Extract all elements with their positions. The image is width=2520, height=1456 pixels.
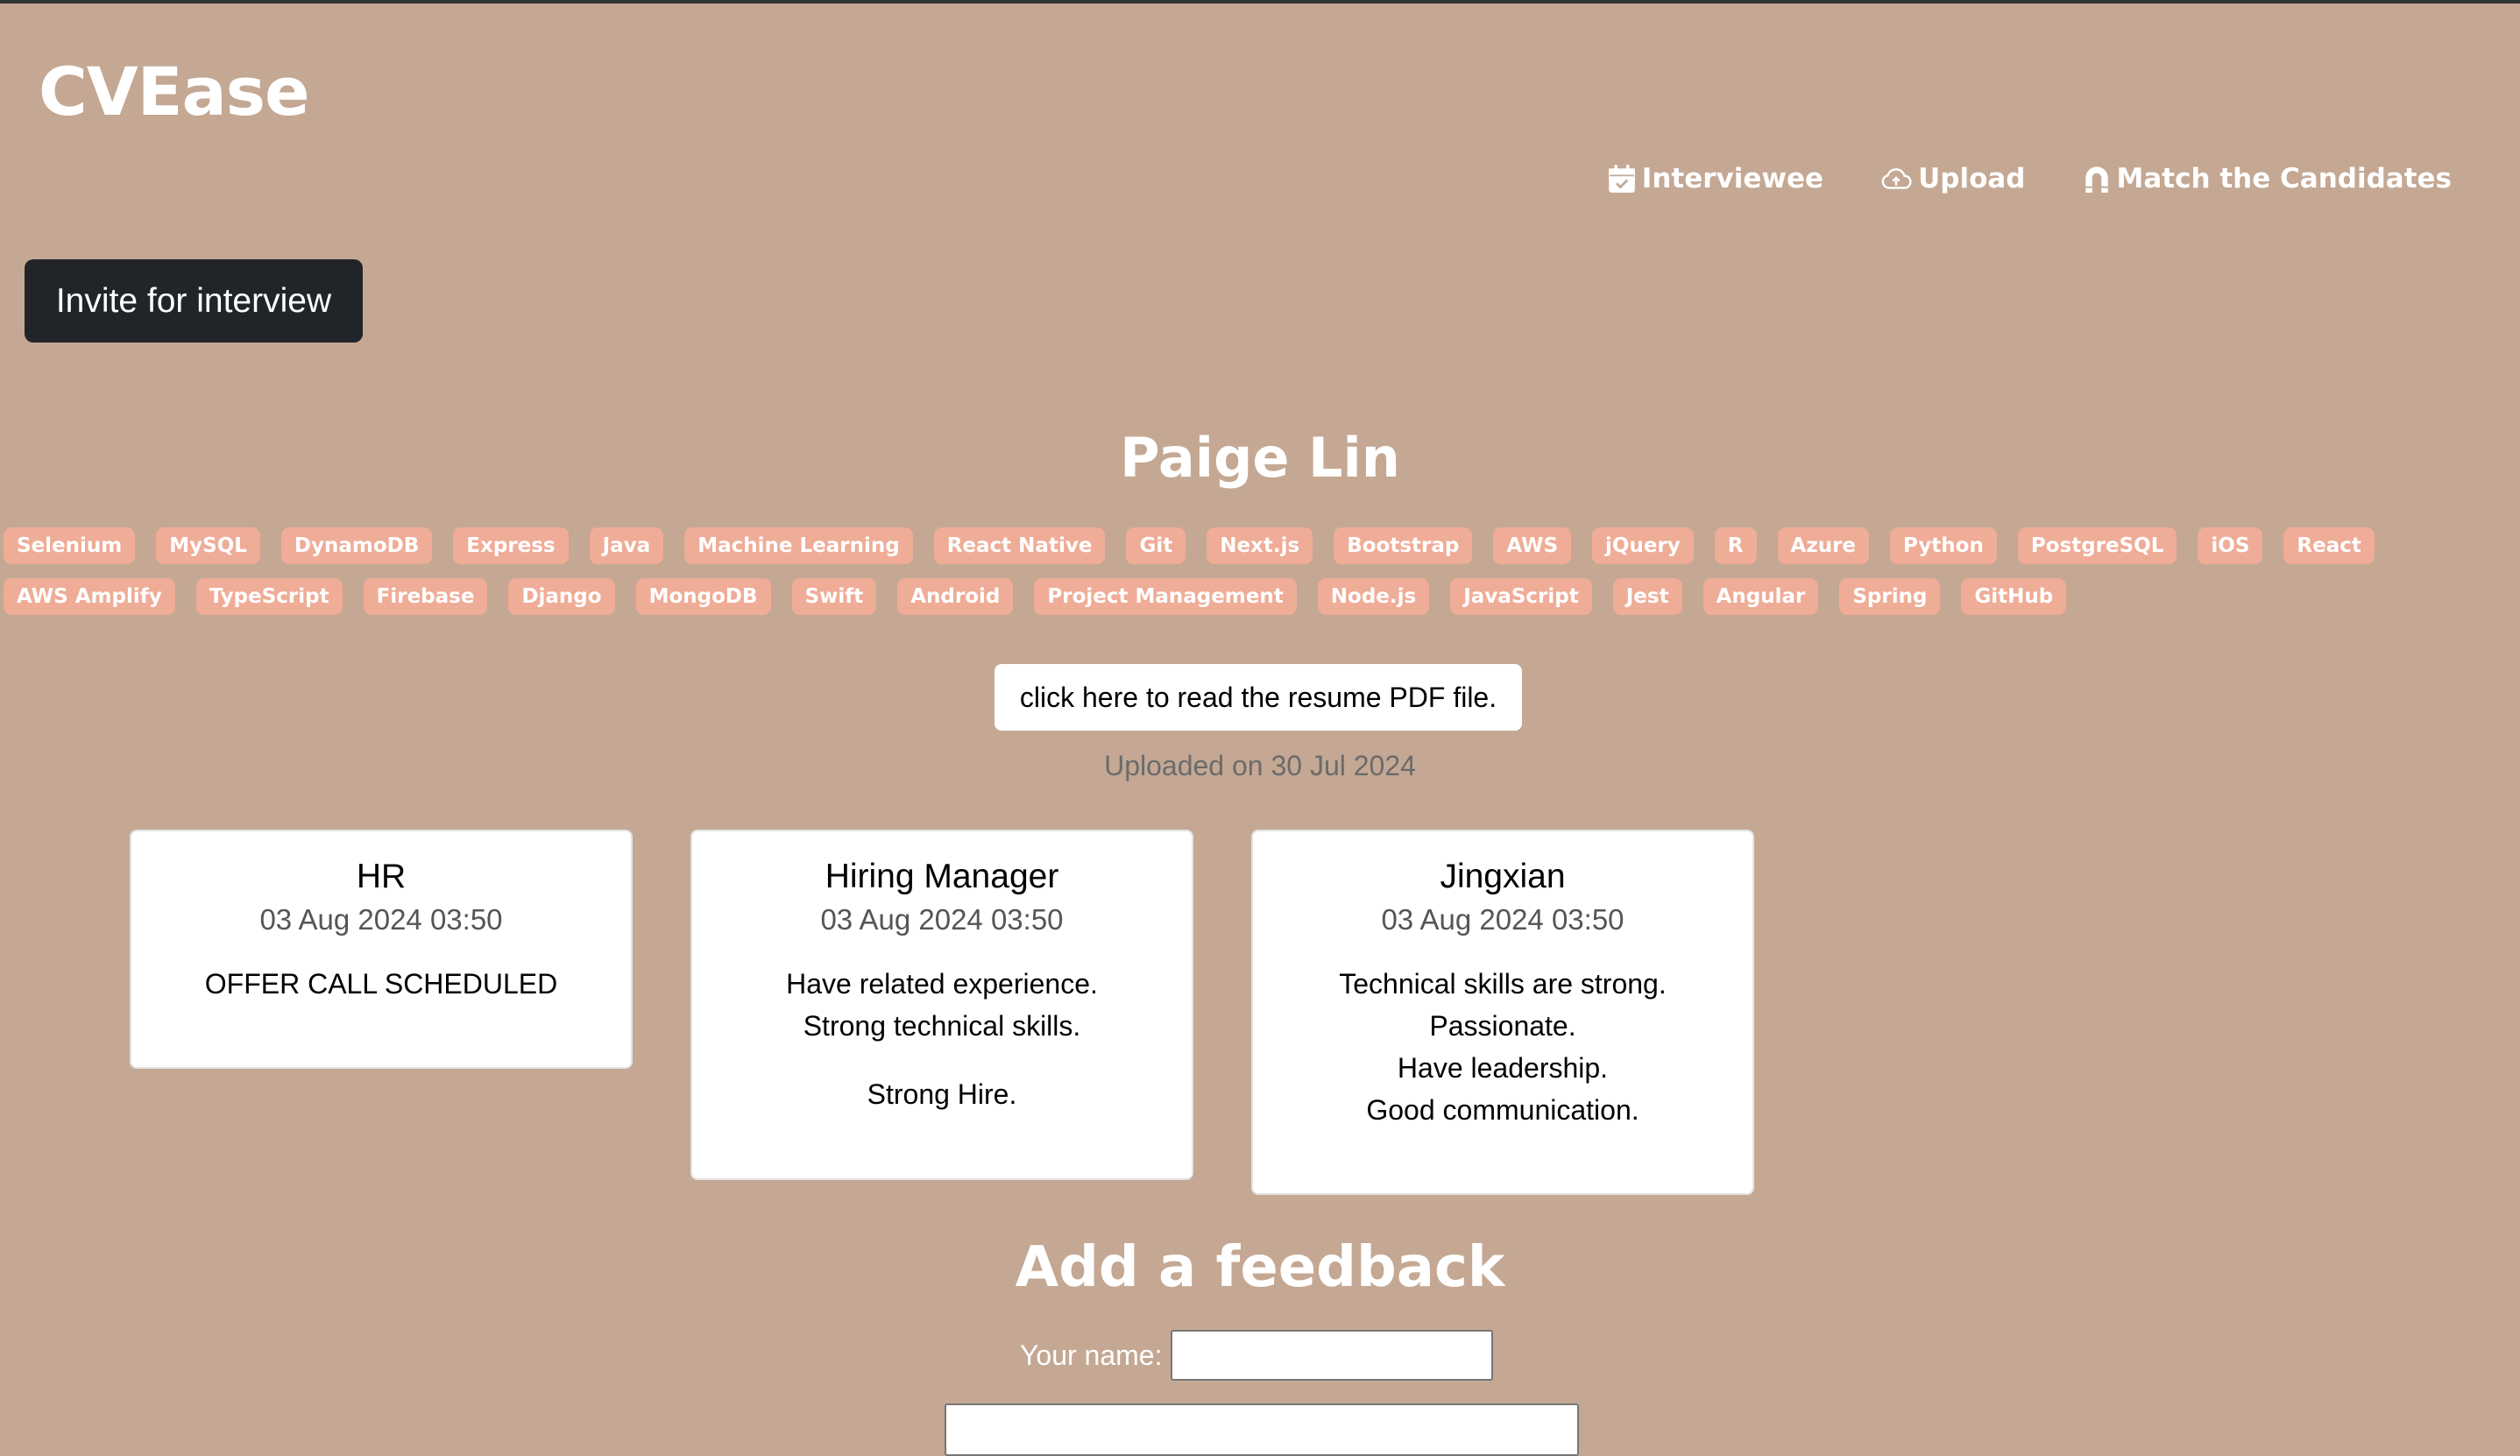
feedback-textarea[interactable] [945, 1403, 1579, 1456]
feedback-text-line: Strong Hire. [867, 1078, 1017, 1110]
feedback-text-line: Good communication. [1366, 1094, 1639, 1126]
feedback-author: Hiring Manager [825, 858, 1059, 895]
skill-tag: R [1714, 527, 1757, 564]
feedback-text-line: Strong technical skills. [803, 1010, 1081, 1042]
calendar-check-icon [1607, 163, 1637, 194]
feedback-date: 03 Aug 2024 03:50 [259, 903, 503, 936]
skill-tag: Jest [1612, 578, 1682, 615]
feedback-text-line: Passionate. [1429, 1010, 1576, 1042]
skill-tag: Node.js [1317, 578, 1430, 615]
feedback-author: Jingxian [1440, 858, 1566, 895]
magnet-icon [2082, 163, 2112, 194]
candidate-name: Paige Lin [1120, 426, 1400, 490]
skill-tag: iOS [2198, 527, 2263, 564]
cloud-upload-icon [1879, 165, 1913, 193]
nav-item-label: Interviewee [1641, 163, 1824, 194]
feedback-card: HR 03 Aug 2024 03:50 OFFER CALL SCHEDULED [130, 830, 633, 1069]
skill-tag: Machine Learning [684, 527, 913, 564]
skill-tag: PostgreSQL [2017, 527, 2177, 564]
skill-tag: React [2283, 527, 2375, 564]
skill-tag-list: Selenium MySQL DynamoDB Express Java Machine … [4, 527, 2509, 615]
skill-tag: AWS [1493, 527, 1572, 564]
skill-tag: Next.js [1207, 527, 1313, 564]
nav-item-label: Match the Candidates [2116, 163, 2453, 194]
skill-tag: Django [508, 578, 615, 615]
read-resume-pdf-button[interactable]: click here to read the resume PDF file. [995, 664, 1522, 731]
your-name-input[interactable] [1171, 1330, 1494, 1381]
skill-tag: Bootstrap [1334, 527, 1473, 564]
skill-tag: TypeScript [195, 578, 343, 615]
feedback-date: 03 Aug 2024 03:50 [820, 903, 1064, 936]
feedback-text-line: OFFER CALL SCHEDULED [204, 968, 558, 1000]
skill-tag: Selenium [4, 527, 136, 564]
add-feedback-title: Add a feedback [1015, 1235, 1505, 1300]
skill-tag: Express [453, 527, 569, 564]
skill-tag: Android [897, 578, 1014, 615]
nav-item-label: Upload [1918, 163, 2026, 194]
skill-tag: React Native [933, 527, 1106, 564]
feedback-text-line: Have leadership. [1397, 1052, 1609, 1084]
upload-date: Uploaded on 30 Jul 2024 [1104, 750, 1416, 781]
skill-tag: Spring [1839, 578, 1941, 615]
skill-tag: GitHub [1961, 578, 2067, 615]
nav-item-upload[interactable]: Upload [1879, 163, 2026, 194]
feedback-text-line: Technical skills are strong. [1339, 968, 1667, 1000]
feedback-text-line: Have related experience. [786, 968, 1098, 1000]
skill-tag: MySQL [156, 527, 260, 564]
feedback-author: HR [356, 858, 407, 895]
feedback-card: Hiring Manager 03 Aug 2024 03:50 Have rela… [690, 830, 1193, 1180]
nav-item-match-candidates[interactable]: Match the Candidates [2082, 163, 2453, 194]
skill-tag: Firebase [363, 578, 488, 615]
invite-for-interview-button[interactable]: Invite for interview [25, 259, 363, 343]
skill-tag: JavaScript [1450, 578, 1592, 615]
skill-tag: Swift [791, 578, 877, 615]
skill-tag: Java [589, 527, 664, 564]
skill-tag: Angular [1702, 578, 1819, 615]
skill-tag: Git [1126, 527, 1186, 564]
top-nav: Interviewee Upload Match the Candidates [1607, 163, 2452, 194]
skill-tag: Azure [1777, 527, 1870, 564]
feedback-name-row: Your name: [1020, 1330, 1494, 1381]
nav-item-interviewee[interactable]: Interviewee [1607, 163, 1823, 194]
feedback-date: 03 Aug 2024 03:50 [1381, 903, 1625, 936]
skill-tag: MongoDB [635, 578, 771, 615]
skill-tag: Python [1890, 527, 1997, 564]
skill-tag: AWS Amplify [4, 578, 175, 615]
your-name-label: Your name: [1020, 1339, 1163, 1371]
skill-tag: jQuery [1592, 527, 1694, 564]
skill-tag: Project Management [1034, 578, 1297, 615]
app-brand[interactable]: CVEase [39, 53, 310, 131]
skill-tag: DynamoDB [280, 527, 433, 564]
feedback-card: Jingxian 03 Aug 2024 03:50 Technical skill… [1251, 830, 1754, 1195]
